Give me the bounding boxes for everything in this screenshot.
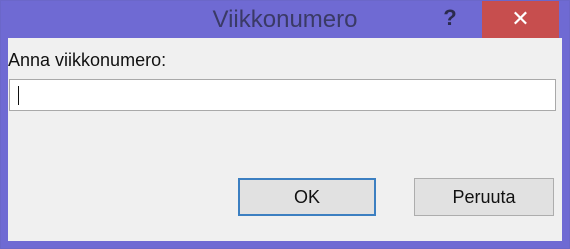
prompt-label: Anna viikkonumero: [8, 50, 167, 70]
close-icon: ✕ [511, 6, 530, 31]
text-caret [18, 86, 19, 105]
ok-button[interactable]: OK [238, 178, 376, 216]
cancel-button[interactable]: Peruuta [414, 178, 554, 216]
input-dialog: Viikkonumero ? ✕ Anna viikkonumero: OK P… [0, 0, 570, 249]
close-button[interactable]: ✕ [482, 1, 559, 38]
question-mark-icon: ? [443, 5, 457, 30]
dialog-body: Anna viikkonumero: OK Peruuta [8, 38, 562, 241]
week-number-input[interactable] [9, 79, 556, 111]
help-button[interactable]: ? [427, 1, 473, 38]
title-bar[interactable]: Viikkonumero ? ✕ [1, 1, 569, 38]
